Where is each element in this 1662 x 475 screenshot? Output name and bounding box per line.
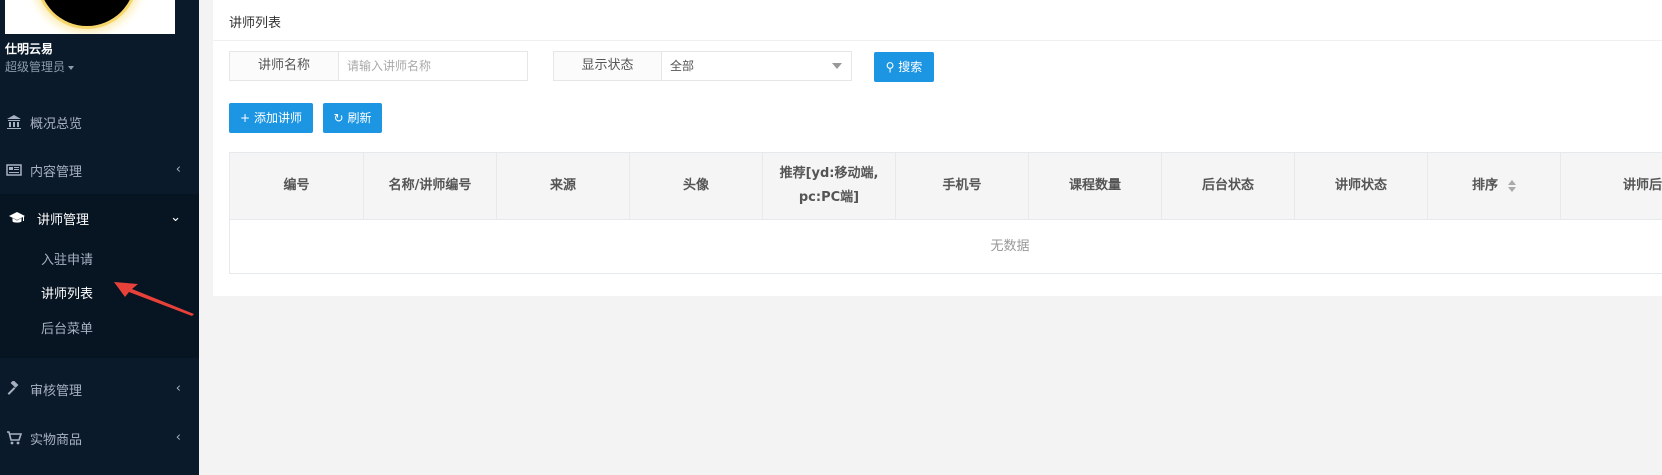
status-select[interactable]: 全部 (662, 51, 852, 81)
add-teacher-button[interactable]: + 添加讲师 (229, 103, 313, 133)
sidebar: 仕明云易 超级管理员 概况总览 内容管理 ‹ 讲师管理 ⌄ 入驻申请 讲师列表 … (0, 0, 199, 475)
th-recommend: 推荐[yd:移动端, pc:PC端] (763, 153, 896, 219)
sidebar-item-goods[interactable]: 实物商品 ‹ (0, 414, 199, 462)
annotation-arrow-icon (114, 282, 194, 316)
caret-down-icon (68, 65, 75, 70)
chevron-left-icon: ‹ (175, 381, 181, 396)
search-button-label: 搜索 (898, 60, 923, 74)
user-role-label: 超级管理员 (5, 60, 66, 74)
sidebar-subitem-apply[interactable]: 入驻申请 (41, 249, 93, 268)
sidebar-item-label: 审核管理 (30, 384, 83, 399)
th-recommend-line1: 推荐[yd:移动端, (779, 166, 879, 181)
search-button[interactable]: ⚲ 搜索 (874, 52, 934, 82)
sort-icon[interactable] (1508, 180, 1516, 192)
chevron-down-icon: ⌄ (170, 210, 181, 225)
th-teacher-backend: 讲师后台 (1623, 178, 1662, 193)
sidebar-item-overview[interactable]: 概况总览 (0, 98, 199, 146)
user-role-dropdown[interactable]: 超级管理员 (5, 58, 75, 75)
plus-icon: + (240, 111, 251, 125)
sidebar-item-content[interactable]: 内容管理 ‹ (0, 146, 199, 194)
th-backend-status: 后台状态 (1162, 153, 1295, 219)
table-header: 编号 名称/讲师编号 来源 头像 推荐[yd:移动端, pc:PC端] 手机号 … (230, 153, 1662, 220)
th-id: 编号 (230, 153, 364, 219)
empty-state: 无数据 (990, 239, 1030, 254)
divider (213, 40, 1662, 41)
chevron-left-icon: ‹ (175, 430, 181, 445)
refresh-icon: ↻ (333, 111, 344, 125)
status-label: 显示状态 (553, 51, 662, 81)
teacher-name-label: 讲师名称 (229, 51, 339, 81)
search-icon: ⚲ (885, 60, 895, 74)
chevron-left-icon: ‹ (175, 162, 181, 177)
bank-icon (7, 115, 21, 129)
newspaper-icon (6, 164, 22, 176)
page-title: 讲师列表 (229, 16, 282, 31)
sidebar-subitem-backend-menu[interactable]: 后台菜单 (41, 318, 93, 337)
refresh-button[interactable]: ↻ 刷新 (323, 103, 382, 133)
gavel-icon (7, 381, 19, 395)
th-sort-label: 排序 (1471, 178, 1498, 193)
teacher-name-field: 讲师名称 请输入讲师名称 (229, 51, 528, 81)
th-teacher-status: 讲师状态 (1295, 153, 1428, 219)
cart-icon (7, 431, 22, 445)
th-phone: 手机号 (896, 153, 1029, 219)
sidebar-item-label: 内容管理 (30, 165, 83, 180)
status-field: 显示状态 全部 (553, 51, 852, 81)
refresh-label: 刷新 (347, 111, 372, 125)
sidebar-item-teacher[interactable]: 讲师管理 ⌄ (0, 194, 199, 242)
sidebar-item-label: 讲师管理 (37, 213, 90, 228)
sidebar-item-label: 实物商品 (30, 433, 83, 448)
teacher-name-input[interactable]: 请输入讲师名称 (339, 51, 528, 81)
th-sort[interactable]: 排序 (1428, 153, 1561, 219)
caret-down-icon (832, 63, 842, 69)
sidebar-subitem-teacher-list[interactable]: 讲师列表 (41, 283, 93, 302)
teacher-table: 编号 名称/讲师编号 来源 头像 推荐[yd:移动端, pc:PC端] 手机号 … (229, 152, 1662, 274)
th-course-count: 课程数量 (1029, 153, 1162, 219)
sidebar-item-audit[interactable]: 审核管理 ‹ (0, 365, 199, 413)
th-name: 名称/讲师编号 (364, 153, 497, 219)
user-name: 仕明云易 (5, 42, 54, 56)
avatar[interactable] (5, 0, 175, 34)
th-avatar: 头像 (630, 153, 763, 219)
add-teacher-label: 添加讲师 (253, 111, 302, 125)
th-source: 来源 (497, 153, 630, 219)
graduation-cap-icon (9, 212, 25, 223)
th-recommend-line2: pc:PC端] (798, 190, 860, 205)
sidebar-item-label: 概况总览 (30, 117, 83, 132)
